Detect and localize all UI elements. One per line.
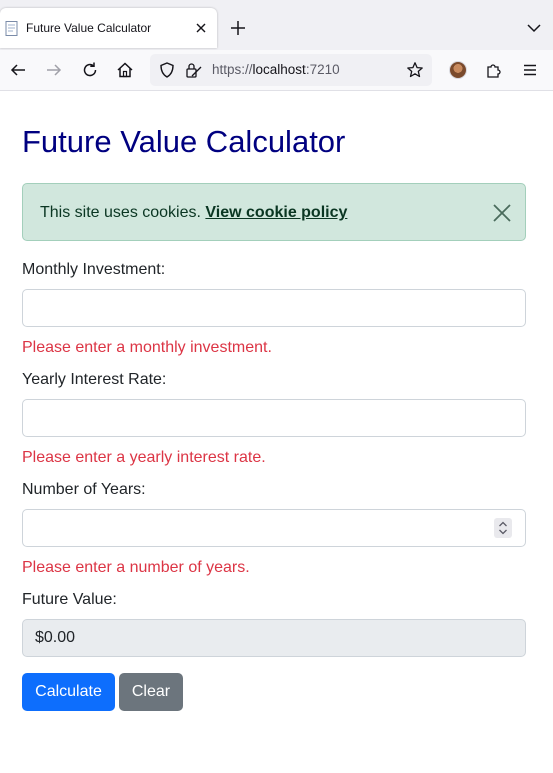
number-spinner[interactable]	[494, 518, 512, 538]
future-value-label: Future Value:	[22, 591, 117, 608]
lock-warning-icon[interactable]	[184, 61, 202, 79]
reload-icon	[83, 62, 97, 77]
calculate-button[interactable]: Calculate	[22, 673, 115, 711]
account-avatar[interactable]	[449, 61, 467, 79]
forward-button[interactable]	[44, 59, 64, 81]
extensions-button[interactable]	[484, 59, 504, 81]
hamburger-menu-icon	[524, 64, 536, 76]
browser-toolbar: https://localhost:7210	[0, 50, 553, 91]
future-value-output: $0.00	[22, 619, 526, 657]
new-tab-icon[interactable]	[228, 18, 248, 38]
url-scheme: https://	[212, 62, 253, 77]
chevron-down-icon[interactable]	[524, 18, 544, 38]
page-title: Future Value Calculator	[22, 124, 346, 159]
home-button[interactable]	[115, 59, 135, 81]
number-of-years-input[interactable]	[22, 509, 526, 547]
home-icon	[117, 62, 133, 78]
menu-button[interactable]	[520, 59, 540, 81]
spinner-arrows-icon	[499, 521, 507, 535]
browser-tab[interactable]: Future Value Calculator	[0, 8, 217, 48]
monthly-investment-input[interactable]	[22, 289, 526, 327]
address-bar[interactable]: https://localhost:7210	[150, 54, 432, 86]
url-host: localhost	[252, 62, 306, 77]
back-button[interactable]	[8, 59, 28, 81]
yearly-interest-rate-input[interactable]	[22, 399, 526, 437]
cookie-alert-text: This site uses cookies.	[40, 204, 201, 221]
monthly-investment-label: Monthly Investment:	[22, 261, 166, 278]
yearly-interest-rate-error: Please enter a yearly interest rate.	[22, 449, 266, 466]
url-text: https://localhost:7210	[212, 62, 340, 77]
back-arrow-icon	[10, 64, 25, 76]
clear-button[interactable]: Clear	[119, 673, 183, 711]
number-of-years-error: Please enter a number of years.	[22, 559, 250, 576]
yearly-interest-rate-label: Yearly Interest Rate:	[22, 371, 167, 388]
monthly-investment-error: Please enter a monthly investment.	[22, 339, 272, 356]
browser-tab-bar: Future Value Calculator	[0, 0, 553, 50]
puzzle-piece-icon	[487, 64, 501, 78]
number-of-years-label: Number of Years:	[22, 481, 146, 498]
shield-icon[interactable]	[158, 61, 176, 79]
close-icon[interactable]	[491, 202, 513, 224]
url-port: :7210	[305, 62, 340, 77]
page-icon	[5, 21, 18, 36]
cookie-policy-link[interactable]: View cookie policy	[205, 204, 347, 221]
cookie-alert: This site uses cookies. View cookie poli…	[22, 183, 526, 241]
cookie-alert-message: This site uses cookies. View cookie poli…	[40, 204, 347, 222]
forward-arrow-icon	[47, 64, 62, 76]
close-tab-icon[interactable]	[192, 19, 210, 37]
tab-title: Future Value Calculator	[26, 21, 152, 35]
reload-button[interactable]	[80, 59, 100, 81]
bookmark-star-icon[interactable]	[406, 61, 424, 79]
